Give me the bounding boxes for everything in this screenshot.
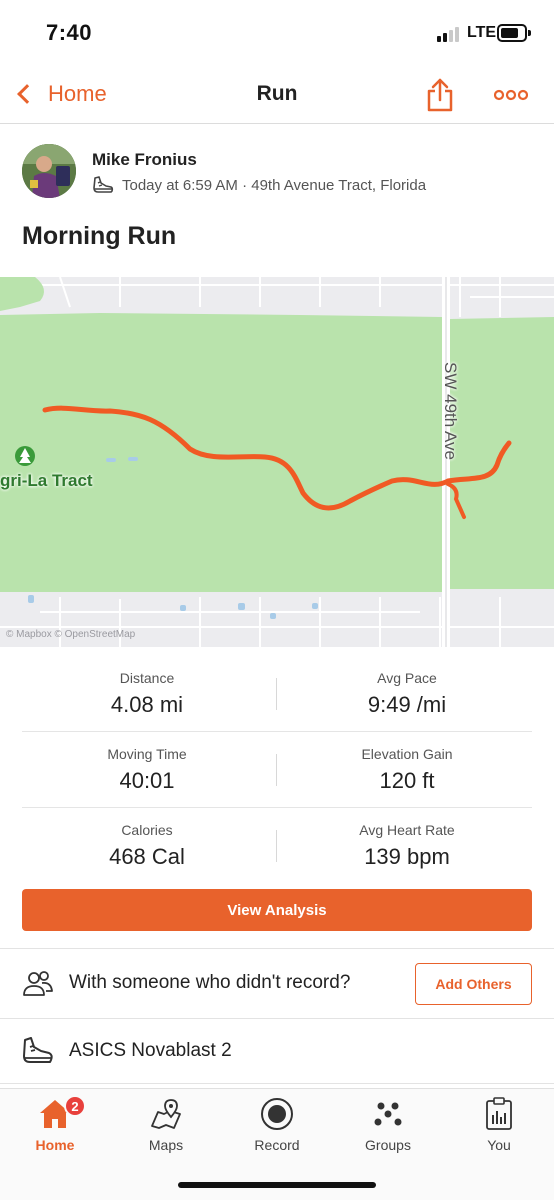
people-icon (23, 971, 53, 996)
stat-elevation-gain: Elevation Gain 120 ft (361, 746, 453, 793)
map-attribution: © Mapbox © OpenStreetMap (6, 629, 136, 640)
stats-grid: Distance 4.08 mi Avg Pace 9:49 /mi Movin… (22, 656, 532, 884)
nav-header: Home Run (0, 64, 554, 124)
stats-row: Moving Time 40:01 Elevation Gain 120 ft (22, 732, 532, 808)
add-others-button[interactable]: Add Others (415, 963, 532, 1005)
divider (0, 1083, 554, 1084)
stat-avg-heart-rate: Avg Heart Rate 139 bpm (359, 822, 455, 869)
with-others-row: With someone who didn't record? Add Othe… (0, 950, 554, 1018)
stats-row: Distance 4.08 mi Avg Pace 9:49 /mi (22, 656, 532, 732)
tab-groups[interactable]: Groups (333, 1095, 443, 1159)
share-icon[interactable] (426, 78, 454, 112)
gear-name: ASICS Novablast 2 (69, 1040, 232, 1061)
tab-home[interactable]: 2 Home (0, 1095, 110, 1159)
athlete-name[interactable]: Mike Fronius (92, 150, 197, 170)
back-label: Home (48, 81, 107, 106)
shoe-icon (23, 1037, 53, 1063)
map-pin-icon (151, 1099, 181, 1129)
road-label: SW 49th Ave (441, 362, 460, 460)
shoe-icon (93, 176, 114, 193)
stats-row: Calories 468 Cal Avg Heart Rate 139 bpm (22, 808, 532, 884)
stat-calories: Calories 468 Cal (109, 822, 185, 869)
activity-title: Morning Run (22, 222, 177, 250)
with-others-text: With someone who didn't record? (69, 972, 351, 993)
stat-distance: Distance 4.08 mi (110, 670, 184, 717)
record-icon (261, 1098, 293, 1130)
back-button[interactable]: Home (14, 78, 107, 110)
stat-avg-pace: Avg Pace 9:49 /mi (367, 670, 447, 717)
tab-you[interactable]: You (444, 1095, 554, 1159)
view-analysis-button[interactable]: View Analysis (22, 889, 532, 931)
stat-moving-time: Moving Time 40:01 (107, 746, 187, 793)
divider (0, 948, 554, 949)
tab-record[interactable]: Record (222, 1095, 332, 1159)
athlete-header: Mike Fronius Today at 6:59 AM · 49th Ave… (22, 143, 532, 201)
notification-badge: 2 (64, 1095, 86, 1117)
status-bar: 7:40 LTE (0, 0, 554, 64)
activity-time-location: Today at 6:59 AM · 49th Avenue Tract, Fl… (122, 176, 427, 194)
more-options-icon[interactable] (494, 88, 528, 102)
chevron-left-icon (17, 84, 37, 104)
battery-icon (497, 24, 531, 42)
tab-bar: 2 Home Maps Record Groups You (0, 1088, 554, 1200)
gear-row[interactable]: ASICS Novablast 2 (0, 1019, 554, 1083)
park-label: gri-La Tract (0, 471, 93, 490)
avatar[interactable] (22, 144, 76, 198)
route-map[interactable]: gri-La Tract SW 49th Ave © Mapbox © Open… (0, 277, 554, 647)
tab-maps[interactable]: Maps (111, 1095, 221, 1159)
network-label: LTE (467, 24, 497, 41)
home-indicator (178, 1182, 376, 1188)
status-time: 7:40 (46, 20, 93, 45)
profile-clipboard-icon (486, 1097, 512, 1130)
signal-strength-icon (437, 26, 463, 42)
activity-meta: Today at 6:59 AM · 49th Avenue Tract, Fl… (92, 175, 426, 195)
groups-icon (374, 1102, 402, 1126)
